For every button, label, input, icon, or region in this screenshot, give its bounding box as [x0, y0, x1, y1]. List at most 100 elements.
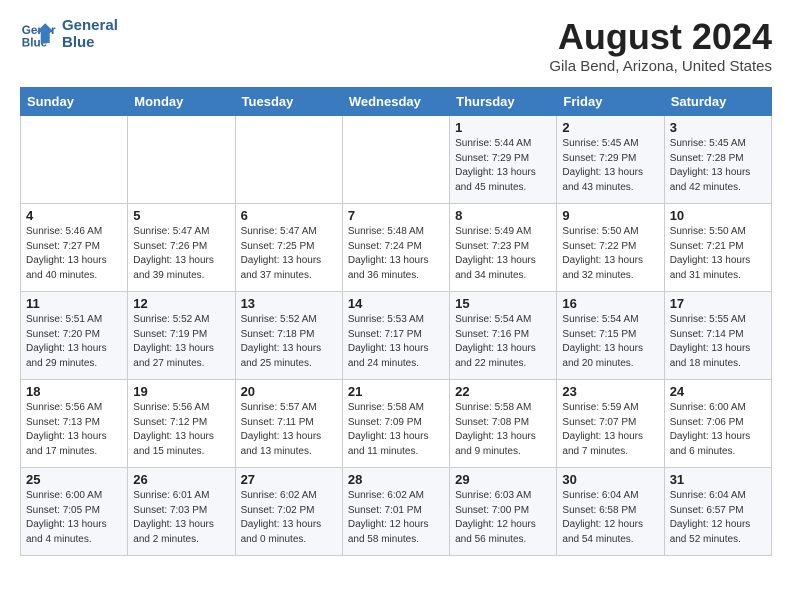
day-info: Sunrise: 5:50 AM Sunset: 7:22 PM Dayligh… — [562, 225, 658, 283]
day-info: Sunrise: 5:44 AM Sunset: 7:29 PM Dayligh… — [455, 137, 551, 195]
calendar-cell: 17Sunrise: 5:55 AM Sunset: 7:14 PM Dayli… — [664, 292, 771, 380]
calendar-cell: 23Sunrise: 5:59 AM Sunset: 7:07 PM Dayli… — [557, 380, 664, 468]
day-info: Sunrise: 5:57 AM Sunset: 7:11 PM Dayligh… — [241, 401, 337, 459]
calendar-cell: 29Sunrise: 6:03 AM Sunset: 7:00 PM Dayli… — [450, 468, 557, 556]
day-info: Sunrise: 5:48 AM Sunset: 7:24 PM Dayligh… — [348, 225, 444, 283]
calendar-cell: 3 Sunrise: 5:45 AM Sunset: 7:28 PM Daylig… — [664, 116, 771, 204]
logo-icon: General Blue — [20, 16, 56, 52]
calendar-cell: 22 Sunrise: 5:58 AM Sunset: 7:08 PM Dayli… — [450, 380, 557, 468]
day-info: Sunrise: 5:54 AM Sunset: 7:16 PM Dayligh… — [455, 313, 551, 371]
weekday-header-saturday: Saturday — [664, 88, 771, 116]
day-info: Sunrise: 6:02 AM Sunset: 7:01 PM Dayligh… — [348, 489, 444, 547]
day-number: 15 — [455, 296, 551, 311]
day-info: Sunrise: 5:56 AM Sunset: 7:12 PM Dayligh… — [133, 401, 229, 459]
calendar-cell: 10 Sunrise: 5:50 AM Sunset: 7:21 PM Dayli… — [664, 204, 771, 292]
day-number: 24 — [670, 384, 766, 399]
day-number: 28 — [348, 472, 444, 487]
day-number: 25 — [26, 472, 122, 487]
calendar-cell: 27Sunrise: 6:02 AM Sunset: 7:02 PM Dayli… — [235, 468, 342, 556]
calendar-cell — [128, 116, 235, 204]
calendar-week-4: 18 Sunrise: 5:56 AM Sunset: 7:13 PM Dayli… — [21, 380, 772, 468]
calendar-cell: 24 Sunrise: 6:00 AM Sunset: 7:06 PM Dayli… — [664, 380, 771, 468]
day-number: 1 — [455, 120, 551, 135]
day-info: Sunrise: 5:58 AM Sunset: 7:08 PM Dayligh… — [455, 401, 551, 459]
day-number: 8 — [455, 208, 551, 223]
day-info: Sunrise: 6:03 AM Sunset: 7:00 PM Dayligh… — [455, 489, 551, 547]
logo-text-general: General — [62, 17, 118, 34]
calendar-week-1: 1 Sunrise: 5:44 AM Sunset: 7:29 PM Daylig… — [21, 116, 772, 204]
day-info: Sunrise: 5:47 AM Sunset: 7:25 PM Dayligh… — [241, 225, 337, 283]
calendar-cell: 15 Sunrise: 5:54 AM Sunset: 7:16 PM Dayli… — [450, 292, 557, 380]
day-number: 22 — [455, 384, 551, 399]
weekday-header-friday: Friday — [557, 88, 664, 116]
day-info: Sunrise: 5:53 AM Sunset: 7:17 PM Dayligh… — [348, 313, 444, 371]
day-number: 3 — [670, 120, 766, 135]
calendar-cell: 11Sunrise: 5:51 AM Sunset: 7:20 PM Dayli… — [21, 292, 128, 380]
day-info: Sunrise: 6:00 AM Sunset: 7:05 PM Dayligh… — [26, 489, 122, 547]
calendar-cell: 2Sunrise: 5:45 AM Sunset: 7:29 PM Daylig… — [557, 116, 664, 204]
day-info: Sunrise: 6:01 AM Sunset: 7:03 PM Dayligh… — [133, 489, 229, 547]
day-number: 9 — [562, 208, 658, 223]
calendar-week-5: 25 Sunrise: 6:00 AM Sunset: 7:05 PM Dayli… — [21, 468, 772, 556]
calendar-cell: 25 Sunrise: 6:00 AM Sunset: 7:05 PM Dayli… — [21, 468, 128, 556]
calendar-cell: 1 Sunrise: 5:44 AM Sunset: 7:29 PM Daylig… — [450, 116, 557, 204]
calendar-cell: 28 Sunrise: 6:02 AM Sunset: 7:01 PM Dayli… — [342, 468, 449, 556]
day-info: Sunrise: 5:56 AM Sunset: 7:13 PM Dayligh… — [26, 401, 122, 459]
weekday-header-wednesday: Wednesday — [342, 88, 449, 116]
calendar-cell — [235, 116, 342, 204]
calendar-cell: 9 Sunrise: 5:50 AM Sunset: 7:22 PM Daylig… — [557, 204, 664, 292]
day-number: 7 — [348, 208, 444, 223]
day-info: Sunrise: 5:46 AM Sunset: 7:27 PM Dayligh… — [26, 225, 122, 283]
day-info: Sunrise: 5:50 AM Sunset: 7:21 PM Dayligh… — [670, 225, 766, 283]
day-number: 11 — [26, 296, 122, 311]
day-info: Sunrise: 6:00 AM Sunset: 7:06 PM Dayligh… — [670, 401, 766, 459]
day-info: Sunrise: 5:52 AM Sunset: 7:18 PM Dayligh… — [241, 313, 337, 371]
weekday-header-monday: Monday — [128, 88, 235, 116]
day-number: 16 — [562, 296, 658, 311]
day-info: Sunrise: 5:52 AM Sunset: 7:19 PM Dayligh… — [133, 313, 229, 371]
day-number: 18 — [26, 384, 122, 399]
day-info: Sunrise: 5:49 AM Sunset: 7:23 PM Dayligh… — [455, 225, 551, 283]
day-number: 5 — [133, 208, 229, 223]
calendar-cell: 30 Sunrise: 6:04 AM Sunset: 6:58 PM Dayli… — [557, 468, 664, 556]
calendar-cell: 6 Sunrise: 5:47 AM Sunset: 7:25 PM Daylig… — [235, 204, 342, 292]
weekday-header-sunday: Sunday — [21, 88, 128, 116]
day-number: 2 — [562, 120, 658, 135]
weekday-header-thursday: Thursday — [450, 88, 557, 116]
calendar-cell: 18 Sunrise: 5:56 AM Sunset: 7:13 PM Dayli… — [21, 380, 128, 468]
calendar-cell: 16 Sunrise: 5:54 AM Sunset: 7:15 PM Dayli… — [557, 292, 664, 380]
day-number: 4 — [26, 208, 122, 223]
day-info: Sunrise: 5:45 AM Sunset: 7:28 PM Dayligh… — [670, 137, 766, 195]
calendar-cell: 19 Sunrise: 5:56 AM Sunset: 7:12 PM Dayli… — [128, 380, 235, 468]
calendar-cell: 5Sunrise: 5:47 AM Sunset: 7:26 PM Daylig… — [128, 204, 235, 292]
day-number: 19 — [133, 384, 229, 399]
calendar-cell — [21, 116, 128, 204]
calendar-cell: 12 Sunrise: 5:52 AM Sunset: 7:19 PM Dayli… — [128, 292, 235, 380]
day-number: 14 — [348, 296, 444, 311]
calendar-cell: 21Sunrise: 5:58 AM Sunset: 7:09 PM Dayli… — [342, 380, 449, 468]
day-info: Sunrise: 6:04 AM Sunset: 6:57 PM Dayligh… — [670, 489, 766, 547]
day-number: 13 — [241, 296, 337, 311]
calendar-cell: 14 Sunrise: 5:53 AM Sunset: 7:17 PM Dayli… — [342, 292, 449, 380]
calendar-cell: 8 Sunrise: 5:49 AM Sunset: 7:23 PM Daylig… — [450, 204, 557, 292]
day-number: 12 — [133, 296, 229, 311]
day-number: 6 — [241, 208, 337, 223]
calendar-cell: 20 Sunrise: 5:57 AM Sunset: 7:11 PM Dayli… — [235, 380, 342, 468]
day-number: 31 — [670, 472, 766, 487]
day-info: Sunrise: 6:04 AM Sunset: 6:58 PM Dayligh… — [562, 489, 658, 547]
calendar-cell: 26 Sunrise: 6:01 AM Sunset: 7:03 PM Dayli… — [128, 468, 235, 556]
day-number: 10 — [670, 208, 766, 223]
logo-text-blue: Blue — [62, 34, 118, 51]
day-info: Sunrise: 6:02 AM Sunset: 7:02 PM Dayligh… — [241, 489, 337, 547]
location-title: Gila Bend, Arizona, United States — [549, 58, 772, 75]
weekday-header-tuesday: Tuesday — [235, 88, 342, 116]
calendar-cell — [342, 116, 449, 204]
day-number: 20 — [241, 384, 337, 399]
day-info: Sunrise: 5:58 AM Sunset: 7:09 PM Dayligh… — [348, 401, 444, 459]
day-number: 26 — [133, 472, 229, 487]
day-info: Sunrise: 5:54 AM Sunset: 7:15 PM Dayligh… — [562, 313, 658, 371]
day-number: 30 — [562, 472, 658, 487]
calendar-cell: 13 Sunrise: 5:52 AM Sunset: 7:18 PM Dayli… — [235, 292, 342, 380]
calendar-cell: 4 Sunrise: 5:46 AM Sunset: 7:27 PM Daylig… — [21, 204, 128, 292]
calendar-cell: 7 Sunrise: 5:48 AM Sunset: 7:24 PM Daylig… — [342, 204, 449, 292]
